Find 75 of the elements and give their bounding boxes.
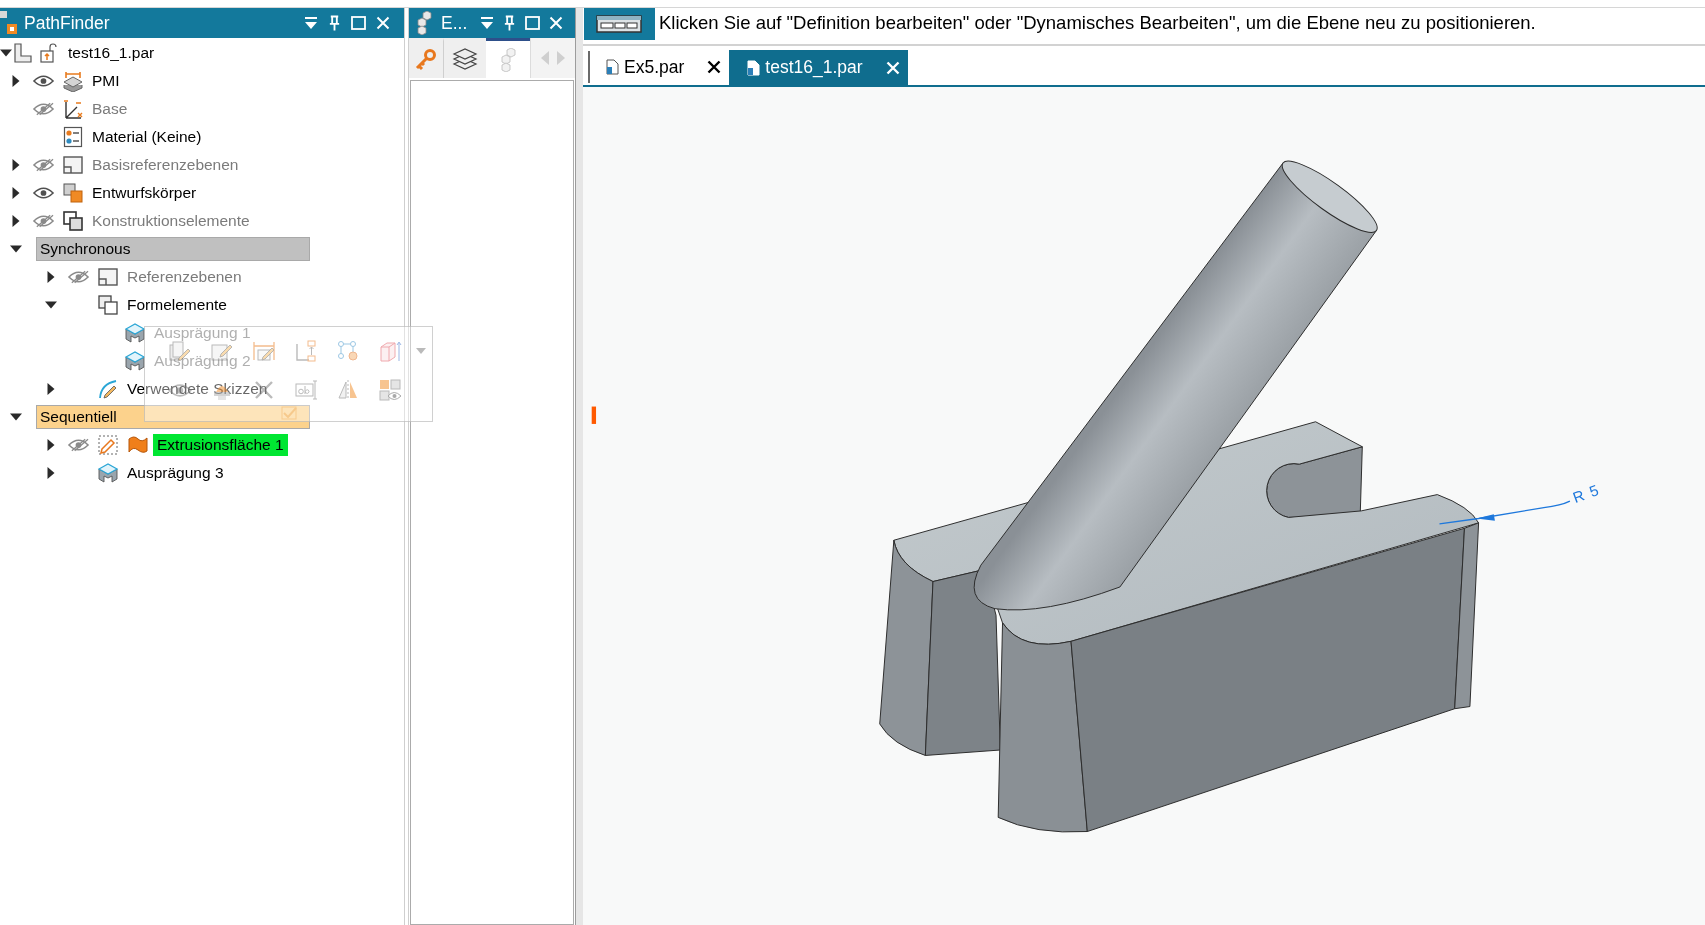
tree-item[interactable]: Material (Keine): [89, 126, 205, 148]
document-icon: [747, 59, 761, 76]
solid-block-icon: [97, 462, 119, 484]
close-icon[interactable]: [707, 60, 722, 74]
prompt-text: Klicken Sie auf "Definition bearbeiten" oder "Dynamisches Bearbeiten", um die Ebene neu zu positionieren.: [659, 11, 1536, 35]
document-icon: [606, 59, 619, 75]
overlapping-squares-icon: [62, 182, 84, 204]
tree-item[interactable]: Extrusionsfläche 1: [153, 434, 288, 456]
key-icon: [414, 47, 438, 72]
caret-down-icon[interactable]: [10, 411, 22, 423]
axes-icon: [62, 98, 84, 120]
squares-icon: [0, 11, 18, 35]
pin-icon[interactable]: [503, 15, 516, 31]
dropdown-icon[interactable]: [304, 16, 318, 30]
tree-item[interactable]: Formelemente: [124, 294, 230, 316]
crossed-eye-icon[interactable]: [32, 214, 54, 228]
crossed-eye-icon[interactable]: [67, 270, 89, 284]
caret-right-icon[interactable]: [10, 159, 22, 171]
maximize-icon[interactable]: [525, 16, 540, 30]
caret-right-icon[interactable]: [45, 383, 57, 395]
panel-tab[interactable]: [444, 38, 486, 78]
panel-tab[interactable]: [486, 38, 530, 78]
tree-item[interactable]: PMI: [89, 70, 123, 92]
caret-right-icon[interactable]: [45, 271, 57, 283]
l-shape-icon: [12, 42, 34, 64]
crossed-eye-icon[interactable]: [67, 438, 89, 452]
text-field-icon[interactable]: [294, 378, 318, 402]
position-marker: [591, 406, 597, 424]
tree-item[interactable]: test16_1.par: [65, 42, 158, 64]
surface-icon: [127, 434, 149, 456]
dimension-label: R5: [1570, 479, 1607, 507]
panel-title: E...: [441, 12, 468, 34]
crossed-eye-icon[interactable]: [32, 158, 54, 172]
tree-item[interactable]: Basisreferenzebenen: [89, 154, 242, 176]
pencil-icon: [97, 434, 119, 456]
panel-title: PathFinder: [24, 12, 110, 34]
caret-down-icon[interactable]: [10, 243, 22, 255]
solid-block-icon: [124, 350, 146, 372]
caret-down-icon[interactable]: [0, 47, 12, 59]
cubes-icon: [500, 47, 516, 72]
tree-item[interactable]: Synchronous: [36, 237, 310, 261]
dropdown-icon[interactable]: [480, 16, 494, 30]
tree-item[interactable]: Ausprägung 3: [124, 462, 227, 484]
tree-item[interactable]: Konstruktionselemente: [89, 210, 253, 232]
document-tab[interactable]: test16_1.par: [729, 50, 908, 85]
stacked-plates-icon: [62, 70, 84, 92]
plane-icon: [62, 154, 84, 176]
caret-right-icon[interactable]: [10, 215, 22, 227]
layers-icon: [452, 47, 478, 72]
caret-right-icon[interactable]: [10, 187, 22, 199]
maximize-icon[interactable]: [351, 16, 366, 30]
crossed-eye-icon[interactable]: [32, 102, 54, 116]
tree-item[interactable]: Base: [89, 98, 131, 120]
tree-item[interactable]: Sequentiell: [36, 405, 310, 429]
overlapping-squares-icon: [97, 294, 119, 316]
window-icon: [584, 8, 655, 40]
circle-list-icon: [62, 126, 84, 148]
eye-icon[interactable]: [32, 74, 54, 88]
caret-right-icon[interactable]: [10, 75, 22, 87]
checkbox-icon[interactable]: [281, 406, 297, 420]
cubes-icon: [417, 11, 432, 35]
pin-icon[interactable]: [328, 15, 341, 31]
tree-item[interactable]: Entwurfskörper: [89, 182, 200, 204]
sketch-pencil-icon: [97, 378, 119, 400]
node-graph-icon[interactable]: [336, 339, 360, 363]
caret-right-icon[interactable]: [45, 467, 57, 479]
padlock-icon: [38, 42, 60, 64]
caret-down-icon[interactable]: [45, 299, 57, 311]
plane-icon: [97, 266, 119, 288]
caret-right-icon[interactable]: [45, 439, 57, 451]
tree-item[interactable]: Referenzebenen: [124, 266, 245, 288]
tree-item[interactable]: Verwendete Skizzen: [124, 378, 271, 400]
stacked-squares-icon: [62, 210, 84, 232]
solid-block-icon: [124, 322, 146, 344]
eye-icon[interactable]: [32, 186, 54, 200]
